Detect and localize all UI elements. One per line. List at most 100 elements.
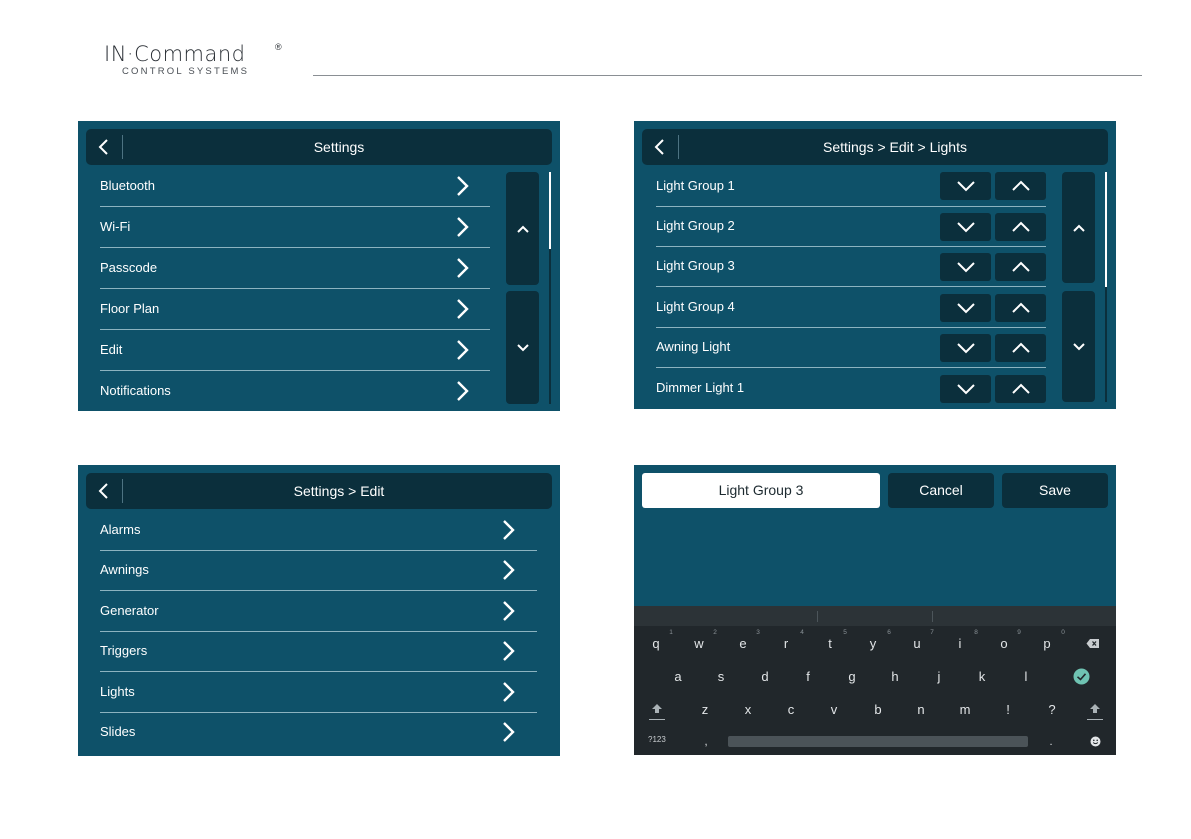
chevron-up-icon [1011,302,1030,313]
key-c[interactable]: c [781,702,801,718]
key-l[interactable]: l [1016,669,1036,685]
symbols-key[interactable]: ?123 [648,735,666,744]
edit-item-lights[interactable]: Lights [100,672,537,713]
chevron-right-icon [503,520,515,540]
edit-item-generator[interactable]: Generator [100,591,537,632]
key-exclamation[interactable]: ! [998,702,1018,718]
key-j[interactable]: j [929,669,949,685]
backspace-icon[interactable] [1086,638,1100,649]
settings-item-notifications[interactable]: Notifications [100,371,490,411]
edit-item-awnings[interactable]: Awnings [100,550,537,591]
key-s[interactable]: s [711,669,731,685]
move-down-button[interactable] [940,213,991,241]
key-comma[interactable]: , [696,734,716,750]
chevron-up-icon [1011,342,1030,353]
key-y[interactable]: y [863,636,883,652]
cancel-button[interactable]: Cancel [888,473,994,508]
back-button[interactable] [86,473,122,509]
key-w[interactable]: w [689,636,709,652]
scrollbar-thumb[interactable] [549,172,551,249]
brand-tagline: CONTROL SYSTEMS [122,66,250,77]
key-r[interactable]: r [776,636,796,652]
list-item-label: Alarms [100,522,141,537]
key-hint: 6 [887,629,891,636]
chevron-down-icon [1072,342,1085,350]
chevron-right-icon [457,381,469,401]
move-up-button[interactable] [995,253,1046,281]
scroll-up-button[interactable] [506,172,539,285]
page-title: Settings [313,139,365,155]
shift-icon[interactable] [651,703,663,714]
move-up-button[interactable] [995,294,1046,322]
settings-item-wifi[interactable]: Wi-Fi [100,207,490,248]
key-e[interactable]: e [733,636,753,652]
edit-item-slides[interactable]: Slides [100,712,537,753]
emoji-icon[interactable] [1090,736,1101,747]
move-up-button[interactable] [995,334,1046,362]
scroll-up-button[interactable] [1062,172,1095,283]
move-up-button[interactable] [995,213,1046,241]
space-bar[interactable] [728,736,1028,747]
chevron-right-icon [503,560,515,580]
key-p[interactable]: p [1037,636,1057,652]
key-o[interactable]: o [994,636,1014,652]
key-f[interactable]: f [798,669,818,685]
list-item-label: Notifications [100,383,171,398]
move-down-button[interactable] [940,334,991,362]
chevron-right-icon [503,722,515,742]
key-u[interactable]: u [907,636,927,652]
chevron-up-icon [1072,224,1085,232]
key-v[interactable]: v [824,702,844,718]
list-item-label: Dimmer Light 1 [656,380,745,395]
chevron-down-icon [956,384,975,395]
move-up-button[interactable] [995,172,1046,200]
key-x[interactable]: x [738,702,758,718]
scroll-down-button[interactable] [506,291,539,404]
key-d[interactable]: d [755,669,775,685]
key-k[interactable]: k [972,669,992,685]
shift-icon[interactable] [1089,703,1101,714]
key-h[interactable]: h [885,669,905,685]
chevron-right-icon [457,258,469,278]
key-g[interactable]: g [842,669,862,685]
key-z[interactable]: z [695,702,715,718]
edit-item-triggers[interactable]: Triggers [100,631,537,672]
key-question[interactable]: ? [1042,702,1062,718]
list-item-label: Bluetooth [100,178,155,193]
page-title: Settings > Edit [293,483,385,499]
scroll-down-button[interactable] [1062,291,1095,402]
key-period[interactable]: . [1041,734,1061,750]
key-n[interactable]: n [911,702,931,718]
settings-item-passcode[interactable]: Passcode [100,248,490,289]
chevron-right-icon [457,176,469,196]
chevron-left-icon [98,139,108,155]
key-b[interactable]: b [868,702,888,718]
back-button[interactable] [86,129,122,165]
move-up-button[interactable] [995,375,1046,403]
key-a[interactable]: a [668,669,688,685]
edit-item-alarms[interactable]: Alarms [100,510,537,551]
name-input[interactable]: Light Group 3 [642,473,880,508]
list-item-label: Lights [100,684,135,699]
key-t[interactable]: t [820,636,840,652]
settings-item-floor-plan[interactable]: Floor Plan [100,289,490,330]
move-down-button[interactable] [940,172,991,200]
key-i[interactable]: i [950,636,970,652]
settings-item-edit[interactable]: Edit [100,330,490,371]
title-bar: Settings > Edit > Lights [642,129,1108,165]
settings-item-bluetooth[interactable]: Bluetooth [100,166,490,207]
done-check-icon[interactable] [1073,668,1090,685]
save-button[interactable]: Save [1002,473,1108,508]
registered-mark: ® [275,42,282,52]
scrollbar-thumb[interactable] [1105,172,1107,287]
move-down-button[interactable] [940,294,991,322]
list-item-label: Light Group 1 [656,178,735,193]
chevron-down-icon [956,181,975,192]
chevron-right-icon [503,601,515,621]
key-q[interactable]: q [646,636,666,652]
key-m[interactable]: m [955,702,975,718]
back-button[interactable] [642,129,678,165]
move-down-button[interactable] [940,253,991,281]
move-down-button[interactable] [940,375,991,403]
chevron-right-icon [457,299,469,319]
